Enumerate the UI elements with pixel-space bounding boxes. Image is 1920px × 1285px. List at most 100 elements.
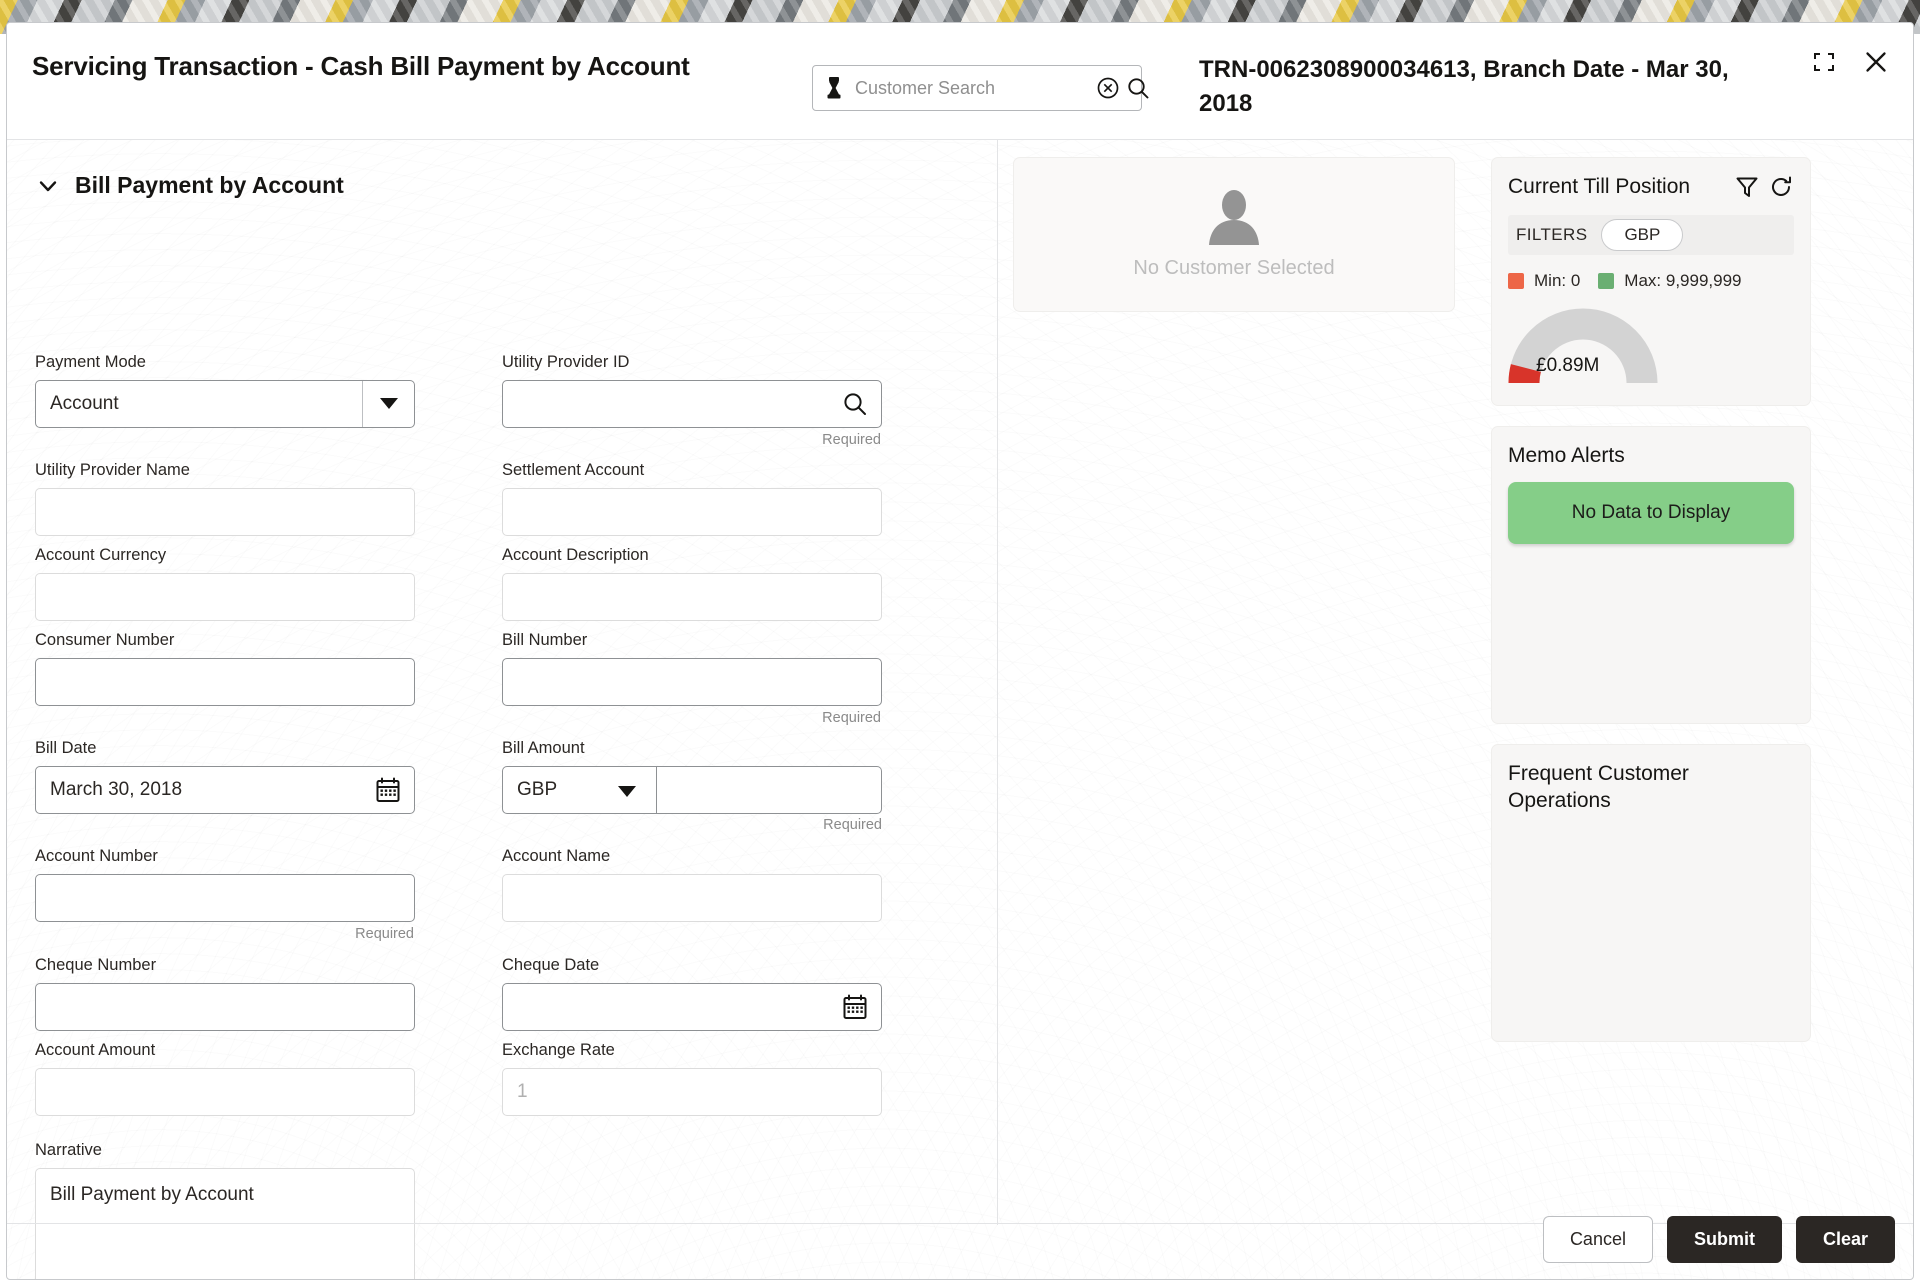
currency-filter-chip[interactable]: GBP <box>1601 218 1684 251</box>
account-number-value[interactable] <box>36 874 414 921</box>
field-cheque-number: Cheque Number <box>35 956 415 1031</box>
account-amount-input[interactable] <box>35 1067 415 1116</box>
label-utility-provider-id: Utility Provider ID <box>502 353 630 371</box>
utility-provider-name-input[interactable] <box>35 487 415 536</box>
chevron-down-icon[interactable] <box>362 380 414 427</box>
gauge-legend: Min: 0 Max: 9,999,999 <box>1508 271 1794 291</box>
field-consumer-number: Consumer Number <box>35 631 415 706</box>
field-settlement-account: Settlement Account <box>502 461 882 536</box>
submit-button[interactable]: Submit <box>1666 1216 1782 1263</box>
window-controls <box>1811 49 1889 75</box>
account-amount-value[interactable] <box>36 1068 414 1115</box>
search-icon[interactable] <box>841 390 869 418</box>
till-title: Current Till Position <box>1508 175 1691 198</box>
clear-circle-icon[interactable] <box>1095 75 1121 101</box>
customer-icon <box>827 77 841 99</box>
clear-button[interactable]: Clear <box>1795 1216 1895 1263</box>
customer-summary-card[interactable]: No Customer Selected <box>1013 157 1455 312</box>
field-account-currency: Account Currency <box>35 546 415 621</box>
chevron-down-icon[interactable] <box>618 785 636 797</box>
calendar-icon[interactable] <box>841 993 869 1021</box>
transaction-window: Servicing Transaction - Cash Bill Paymen… <box>6 22 1914 1280</box>
cancel-button[interactable]: Cancel <box>1542 1216 1653 1263</box>
label-account-description: Account Description <box>502 546 649 564</box>
bill-date-input[interactable] <box>35 765 415 814</box>
bill-payment-form: Bill Payment by Account Payment Mode Uti… <box>7 140 997 1279</box>
label-cheque-date: Cheque Date <box>502 956 600 974</box>
label-account-number: Account Number <box>35 847 158 865</box>
payment-mode-select[interactable] <box>35 379 415 428</box>
legend-swatch-max <box>1598 272 1615 289</box>
account-description-value[interactable] <box>503 573 881 620</box>
required-hint: Required <box>355 925 414 942</box>
label-settlement-account: Settlement Account <box>502 461 645 479</box>
customer-search-input[interactable] <box>851 77 1091 99</box>
settlement-account-value[interactable] <box>503 488 881 535</box>
label-consumer-number: Consumer Number <box>35 631 175 649</box>
exchange-rate-value[interactable] <box>503 1068 881 1115</box>
section-title: Bill Payment by Account <box>75 172 344 198</box>
account-currency-value[interactable] <box>36 573 414 620</box>
close-icon[interactable] <box>1863 49 1889 75</box>
customer-search-box[interactable] <box>812 65 1149 111</box>
till-filter-row: FILTERS GBP <box>1508 214 1794 255</box>
no-customer-text: No Customer Selected <box>1133 257 1335 279</box>
field-bill-amount: Bill Amount GBP Required <box>502 739 882 833</box>
field-account-name: Account Name <box>502 847 882 922</box>
label-account-amount: Account Amount <box>35 1041 156 1059</box>
field-exchange-rate: Exchange Rate <box>502 1041 882 1116</box>
field-payment-mode: Payment Mode <box>35 353 415 428</box>
gauge-value-label: £0.89M <box>1536 354 1600 376</box>
filters-label: FILTERS <box>1516 224 1588 244</box>
collapse-icon[interactable] <box>1811 49 1837 75</box>
search-icon[interactable] <box>1125 75 1151 101</box>
field-account-number: Account Number Required <box>35 847 415 942</box>
account-description-input[interactable] <box>502 572 882 621</box>
utility-provider-id-value[interactable] <box>503 380 881 427</box>
memo-alerts-empty: No Data to Display <box>1508 481 1794 544</box>
settlement-account-input[interactable] <box>502 487 882 536</box>
label-bill-date: Bill Date <box>35 739 97 757</box>
label-payment-mode: Payment Mode <box>35 353 146 371</box>
cheque-number-value[interactable] <box>36 983 414 1030</box>
utility-provider-id-input[interactable]: Required <box>502 379 882 448</box>
chevron-down-icon[interactable] <box>37 175 59 197</box>
consumer-number-value[interactable] <box>36 658 414 705</box>
label-utility-provider-name: Utility Provider Name <box>35 461 190 479</box>
cheque-number-input[interactable] <box>35 982 415 1031</box>
frequent-customer-operations-card: Frequent Customer Operations <box>1491 743 1811 1042</box>
account-currency-input[interactable] <box>35 572 415 621</box>
bill-date-value[interactable] <box>36 766 414 813</box>
legend-swatch-min <box>1508 272 1524 289</box>
payment-mode-value[interactable] <box>36 380 414 427</box>
bill-amount-value[interactable] <box>657 766 881 813</box>
section-header-bill-payment[interactable]: Bill Payment by Account <box>37 172 997 199</box>
column-divider <box>997 140 998 1225</box>
action-buttons: Cancel Submit Clear <box>1542 1216 1895 1263</box>
refresh-icon[interactable] <box>1768 174 1794 200</box>
funnel-icon[interactable] <box>1734 174 1760 200</box>
field-utility-provider-id: Utility Provider ID Required <box>502 353 882 448</box>
consumer-number-input[interactable] <box>35 657 415 706</box>
account-name-value[interactable] <box>503 874 881 921</box>
calendar-icon[interactable] <box>374 776 402 804</box>
cheque-date-input[interactable] <box>502 982 882 1031</box>
cheque-date-value[interactable] <box>503 983 881 1030</box>
field-cheque-date: Cheque Date <box>502 956 882 1031</box>
gauge-arc <box>1508 308 1658 384</box>
utility-provider-name-value[interactable] <box>36 488 414 535</box>
bill-number-value[interactable] <box>503 658 881 705</box>
person-placeholder-icon <box>1209 190 1259 245</box>
bill-amount-currency-value: GBP <box>517 778 558 800</box>
bill-number-input[interactable]: Required <box>502 657 882 726</box>
exchange-rate-input[interactable] <box>502 1067 882 1116</box>
account-number-input[interactable]: Required <box>35 873 415 942</box>
legend-max-label: Max: 9,999,999 <box>1624 270 1742 290</box>
current-till-position-card: Current Till Position FILTERS GBP Min: 0… <box>1491 157 1811 406</box>
bill-amount-input[interactable] <box>657 765 882 814</box>
bill-amount-currency-select[interactable]: GBP <box>502 765 657 814</box>
label-bill-amount: Bill Amount <box>502 739 585 757</box>
account-name-input[interactable] <box>502 873 882 922</box>
label-exchange-rate: Exchange Rate <box>502 1041 615 1059</box>
window-content: Bill Payment by Account Payment Mode Uti… <box>7 140 1913 1279</box>
